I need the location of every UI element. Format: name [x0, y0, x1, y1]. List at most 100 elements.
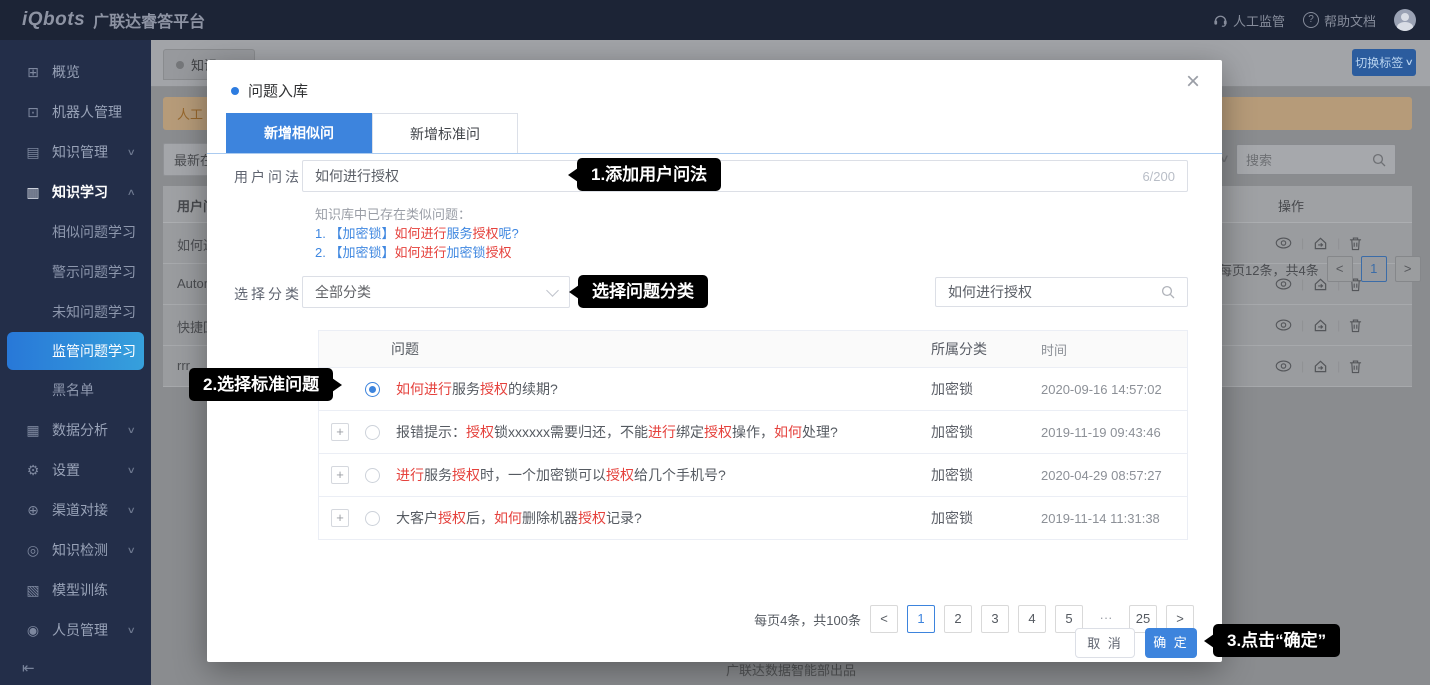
page-button-1[interactable]: 1: [907, 605, 935, 633]
question-phrase-input[interactable]: 如何进行授权 6/200: [302, 160, 1188, 192]
top-bar: iQbots 广联达睿答平台 人工监管 ? 帮助文档: [0, 0, 1430, 40]
question-text: 报错提示：授权锁xxxxxx需要归还，不能进行绑定授权操作，如何处理?: [396, 422, 838, 442]
callout-arrow-icon: [332, 378, 342, 392]
tab-add-standard-question[interactable]: 新增标准问: [372, 113, 518, 153]
category-select-value: 全部分类: [315, 282, 371, 302]
question-text-segment: 呢?: [499, 226, 519, 241]
char-counter: 6/200: [1142, 169, 1175, 184]
radio-button[interactable]: [365, 382, 380, 397]
modal-title: 问题入库: [248, 80, 308, 101]
sidebar-item-label: 模型训练: [52, 580, 151, 600]
delete-icon: [1349, 359, 1362, 374]
sidebar-item-6[interactable]: 未知问题学习: [0, 292, 151, 332]
similar-question-link-1[interactable]: 1. 【加密锁】如何进行服务授权呢?: [315, 224, 519, 243]
chevron-icon: ∧: [127, 187, 136, 198]
radio-button[interactable]: [365, 468, 380, 483]
radio-button[interactable]: [365, 511, 380, 526]
knowledge-learn-icon: ▥: [24, 184, 42, 201]
sidebar-item-label: 监管问题学习: [52, 341, 144, 361]
app-window: iQbots 广联达睿答平台 人工监管 ? 帮助文档 ⊞概览⊡机器人管理▤知识管…: [0, 0, 1430, 685]
user-manage-icon: ◉: [24, 622, 42, 639]
prev-page-button[interactable]: <: [870, 605, 898, 633]
table-row-2: +报错提示：授权锁xxxxxx需要归还，不能进行绑定授权操作，如何处理?加密锁2…: [319, 411, 1187, 454]
category-label: 选择分类: [234, 284, 302, 304]
help-icon: ?: [1303, 12, 1319, 28]
sidebar-item-3[interactable]: ▥知识学习∧: [0, 172, 151, 212]
table-header-row: 问题 所属分类 时间: [319, 331, 1187, 368]
background-pagination-pages: <1>: [1327, 256, 1421, 282]
app-brand-title: 广联达睿答平台: [93, 8, 205, 32]
sidebar-item-7[interactable]: 监管问题学习: [7, 332, 144, 370]
search-icon: [1161, 285, 1175, 299]
manual-supervision-label: 人工监管: [1233, 11, 1285, 30]
model-train-icon: ▧: [24, 582, 42, 599]
chevron-icon: ∨: [127, 465, 136, 476]
page-button-3[interactable]: 3: [981, 605, 1009, 633]
question-text: 进行服务授权时，一个加密锁可以授权给几个手机号?: [396, 465, 726, 485]
restore-icon: [1313, 236, 1328, 251]
sidebar-item-5[interactable]: 警示问题学习: [0, 252, 151, 292]
user-avatar[interactable]: [1394, 9, 1416, 31]
question-text-segment: 授权: [704, 424, 732, 440]
page-button-4[interactable]: 4: [1018, 605, 1046, 633]
sidebar-item-14[interactable]: ◉人员管理∨: [0, 610, 151, 650]
expand-button[interactable]: +: [331, 509, 349, 527]
question-text: 如何进行服务授权的续期?: [396, 379, 558, 399]
chevron-icon: ∨: [127, 505, 136, 516]
table-row-3: +进行服务授权时，一个加密锁可以授权给几个手机号?加密锁2020-04-29 0…: [319, 454, 1187, 497]
sidebar-item-9[interactable]: ▦数据分析∨: [0, 410, 151, 450]
sidebar-item-0[interactable]: ⊞概览: [0, 52, 151, 92]
expand-button[interactable]: +: [331, 466, 349, 484]
question-text-segment: 绑定: [676, 424, 704, 440]
overview-icon: ⊞: [24, 64, 42, 81]
modal-search-input[interactable]: 如何进行授权: [935, 277, 1188, 307]
expand-button[interactable]: +: [331, 423, 349, 441]
sidebar-item-label: 渠道对接: [52, 500, 128, 520]
tab-dot-icon: [176, 61, 184, 69]
manual-supervision-link[interactable]: 人工监管: [1213, 11, 1285, 30]
callout-arrow-icon: [1204, 634, 1214, 648]
restore-icon: [1313, 359, 1328, 374]
cancel-button[interactable]: 取 消: [1075, 628, 1135, 658]
sidebar-item-11[interactable]: ⊕渠道对接∨: [0, 490, 151, 530]
question-cell: + 进行服务授权时，一个加密锁可以授权给几个手机号?: [319, 465, 931, 485]
sidebar-item-label: 知识管理: [52, 142, 128, 162]
similar-hint-block: 知识库中已存在类似问题： 1. 【加密锁】如何进行服务授权呢?2. 【加密锁】如…: [315, 205, 519, 262]
similar-question-link-2[interactable]: 2. 【加密锁】如何进行加密锁授权: [315, 243, 519, 262]
sidebar-item-13[interactable]: ▧ 模型训练: [0, 570, 151, 610]
view-icon: [1275, 319, 1292, 331]
table-row-4: +大客户授权后，如何删除机器授权记录?加密锁2019-11-14 11:31:3…: [319, 497, 1187, 539]
sidebar-item-4[interactable]: 相似问题学习: [0, 212, 151, 252]
sidebar-item-10[interactable]: ⚙设置∨: [0, 450, 151, 490]
question-table-body: 如何进行服务授权的续期?加密锁2020-09-16 14:57:02+报错提示：…: [319, 368, 1187, 539]
sidebar-item-12[interactable]: ◎知识检测∨: [0, 530, 151, 570]
col-question: 问题: [319, 339, 931, 359]
callout-choose-standard: 2.选择标准问题: [189, 368, 333, 401]
radio-button[interactable]: [365, 425, 380, 440]
sidebar-item-2[interactable]: ▤知识管理∨: [0, 132, 151, 172]
close-icon[interactable]: ×: [1186, 70, 1200, 94]
chevron-icon: ∨: [127, 147, 136, 158]
background-row-label: rrr: [177, 358, 190, 373]
background-search-input: 搜索: [1236, 144, 1396, 175]
question-text-segment: 进行: [396, 467, 424, 483]
question-text-segment: 1. 【加密锁】: [315, 226, 394, 241]
question-text-segment: 2. 【加密锁】: [315, 245, 394, 260]
confirm-button[interactable]: 确 定: [1145, 628, 1197, 658]
sidebar-item-1[interactable]: ⊡机器人管理: [0, 92, 151, 132]
help-doc-link[interactable]: ? 帮助文档: [1303, 11, 1376, 30]
sidebar-item-8[interactable]: 黑名单: [0, 370, 151, 410]
question-text-segment: 如何进行: [396, 381, 452, 397]
collapse-sidebar-icon[interactable]: ⇤: [22, 659, 35, 677]
category-select[interactable]: 全部分类: [302, 276, 570, 308]
divider: |: [1301, 318, 1304, 332]
search-icon: [1372, 153, 1386, 167]
chevron-icon: ∨: [127, 545, 136, 556]
question-text-segment: 后，: [466, 510, 494, 526]
page-button-2[interactable]: 2: [944, 605, 972, 633]
tab-add-similar-question[interactable]: 新增相似问: [226, 113, 372, 153]
time-cell: 2019-11-14 11:31:38: [1041, 511, 1187, 526]
modal-tabs: 新增相似问 新增标准问: [207, 113, 1222, 154]
prev-page-button: <: [1327, 256, 1353, 282]
callout-arrow-icon: [568, 168, 578, 182]
